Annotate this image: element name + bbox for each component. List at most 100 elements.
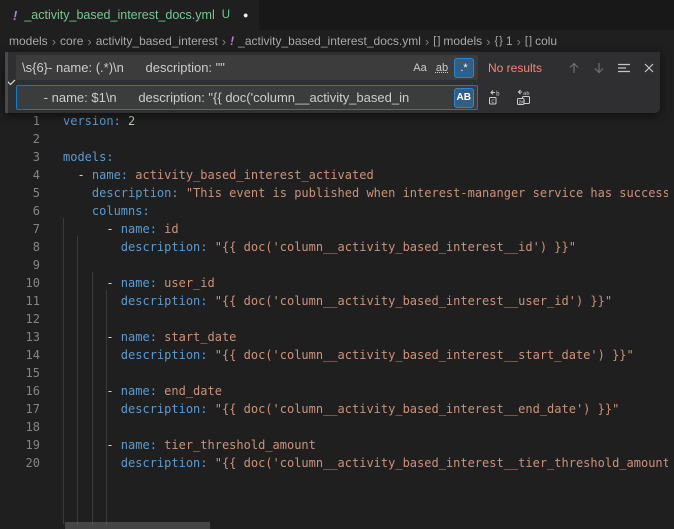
line-number: 2 xyxy=(0,130,40,148)
line-number: 7 xyxy=(0,220,40,238)
code-line[interactable] xyxy=(63,364,668,382)
breadcrumb-separator-icon: › xyxy=(425,34,429,49)
arrow-up-icon xyxy=(567,61,581,75)
breadcrumb: models › core › activity_based_interest ›! _ac… xyxy=(0,30,674,52)
breadcrumb-separator-icon: › xyxy=(222,34,226,49)
line-number: 18 xyxy=(0,418,40,436)
breadcrumb-separator-icon: › xyxy=(87,34,91,49)
code-line[interactable] xyxy=(63,418,668,436)
code-line[interactable]: description: "{{ doc('column__activity_b… xyxy=(63,292,668,310)
line-number: 3 xyxy=(0,148,40,166)
next-match-button[interactable] xyxy=(588,57,610,79)
symbol-object-icon: { } xyxy=(494,35,501,47)
find-query-text: \s{6}- name: (.*)\n description: "" xyxy=(22,60,407,75)
code-line[interactable]: description: "{{ doc('column__activity_b… xyxy=(63,346,668,364)
find-row: \s{6}- name: (.*)\n description: "" Aa a… xyxy=(16,55,660,80)
line-number: 5 xyxy=(0,184,40,202)
svg-text:b: b xyxy=(496,91,500,98)
symbol-array-icon: [ ] xyxy=(525,35,531,47)
code-line[interactable]: description: "{{ doc('column__activity_b… xyxy=(63,454,668,472)
line-number: 19 xyxy=(0,436,40,454)
breadcrumb-item[interactable]: models xyxy=(9,34,48,48)
tab-bar: ! _activity_based_interest_docs.yml U ● xyxy=(0,0,674,30)
find-replace-widget: \s{6}- name: (.*)\n description: "" Aa a… xyxy=(5,52,660,113)
breadcrumb-item[interactable]: [ ] colu xyxy=(525,34,557,48)
line-number: 10 xyxy=(0,274,40,292)
code-line[interactable] xyxy=(63,310,668,328)
arrow-down-icon xyxy=(592,61,606,75)
breadcrumb-item[interactable]: ! _activity_based_interest_docs.yml xyxy=(230,34,421,48)
replace-value-text: - name: $1\n description: "{{ doc('colum… xyxy=(22,90,451,105)
code-line[interactable]: - name: id xyxy=(63,220,668,238)
yaml-file-icon: ! xyxy=(13,8,17,23)
code-line[interactable]: - name: start_date xyxy=(63,328,668,346)
replace-icon: b c xyxy=(487,89,504,106)
line-number: 15 xyxy=(0,364,40,382)
code-line[interactable]: - name: end_date xyxy=(63,382,668,400)
code-line[interactable]: description: "This event is published wh… xyxy=(63,184,668,202)
breadcrumb-item[interactable]: { }1 xyxy=(494,34,512,48)
find-results-count: No results xyxy=(488,61,560,75)
find-in-selection-button[interactable] xyxy=(613,57,635,79)
match-case-button[interactable]: Aa xyxy=(410,58,430,78)
svg-text:c: c xyxy=(491,98,495,105)
line-number: 11 xyxy=(0,292,40,310)
breadcrumb-label: colu xyxy=(535,34,557,48)
code-line[interactable]: version: 2 xyxy=(63,112,668,130)
breadcrumb-item[interactable]: activity_based_interest xyxy=(96,34,218,48)
replace-input[interactable]: - name: $1\n description: "{{ doc('colum… xyxy=(16,85,478,110)
regex-button[interactable]: .* xyxy=(454,58,474,78)
exclamation-icon: ! xyxy=(230,34,234,48)
breadcrumb-label: models xyxy=(443,34,482,48)
line-number: 12 xyxy=(0,310,40,328)
find-in-selection-icon xyxy=(617,62,631,74)
line-number: 16 xyxy=(0,382,40,400)
preserve-case-button[interactable]: AB xyxy=(454,88,474,108)
line-number: 6 xyxy=(0,202,40,220)
previous-match-button[interactable] xyxy=(563,57,585,79)
close-find-widget-button[interactable] xyxy=(638,57,660,79)
code-line[interactable]: columns: xyxy=(63,202,668,220)
breadcrumb-label: core xyxy=(60,34,83,48)
find-widget-resize-sash[interactable] xyxy=(5,52,8,113)
svg-text:ac: ac xyxy=(519,99,526,105)
breadcrumb-label: models xyxy=(9,34,48,48)
replace-row: - name: $1\n description: "{{ doc('colum… xyxy=(16,85,660,110)
code-line[interactable]: description: "{{ doc('column__activity_b… xyxy=(63,238,668,256)
symbol-array-icon: [ ] xyxy=(433,35,439,47)
code-line[interactable] xyxy=(63,130,668,148)
breadcrumb-separator-icon: › xyxy=(486,34,490,49)
breadcrumb-item[interactable]: core xyxy=(60,34,83,48)
line-number: 4 xyxy=(0,166,40,184)
code-line[interactable]: - name: user_id xyxy=(63,274,668,292)
modified-dot-icon[interactable]: ● xyxy=(243,10,248,20)
line-number: 8 xyxy=(0,238,40,256)
tab-filename: _activity_based_interest_docs.yml xyxy=(24,8,214,22)
line-number: 9 xyxy=(0,256,40,274)
code-line[interactable]: - name: tier_threshold_amount xyxy=(63,436,668,454)
line-number: 1 xyxy=(0,112,40,130)
code-line[interactable]: description: "{{ doc('column__activity_b… xyxy=(63,400,668,418)
code-line[interactable]: models: xyxy=(63,148,668,166)
replace-button[interactable]: b c xyxy=(483,87,507,109)
code-line[interactable]: - name: activity_based_interest_activate… xyxy=(63,166,668,184)
replace-all-icon: ab ac xyxy=(515,89,533,106)
find-input[interactable]: \s{6}- name: (.*)\n description: "" Aa a… xyxy=(16,55,478,80)
whole-word-label: ab xyxy=(436,62,448,74)
line-number: 17 xyxy=(0,400,40,418)
code-line[interactable] xyxy=(63,256,668,274)
breadcrumb-separator-icon: › xyxy=(52,34,56,49)
line-number: 20 xyxy=(0,454,40,472)
line-number: 13 xyxy=(0,328,40,346)
breadcrumb-label: activity_based_interest xyxy=(96,34,218,48)
whole-word-button[interactable]: ab xyxy=(432,58,452,78)
breadcrumb-item[interactable]: [ ] models xyxy=(433,34,482,48)
git-status-badge: U xyxy=(222,9,230,21)
replace-all-button[interactable]: ab ac xyxy=(512,87,536,109)
breadcrumb-label: _activity_based_interest_docs.yml xyxy=(238,34,421,48)
editor-pane[interactable]: 1 version: 2 23 models: 4 - name: activity_b… xyxy=(0,52,674,477)
horizontal-scrollbar-thumb[interactable] xyxy=(65,522,210,529)
breadcrumb-separator-icon: › xyxy=(517,34,521,49)
line-number: 14 xyxy=(0,346,40,364)
tab-active-file[interactable]: ! _activity_based_interest_docs.yml U ● xyxy=(0,0,260,30)
